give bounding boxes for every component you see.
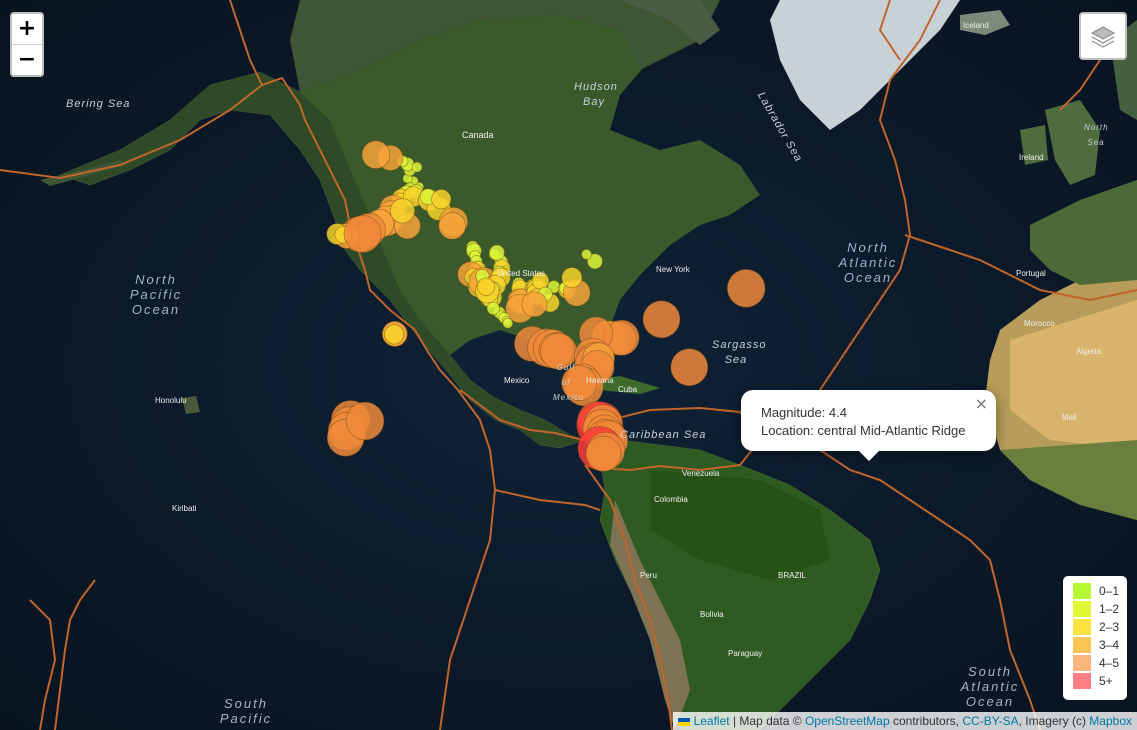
earthquake-marker[interactable] — [670, 348, 709, 387]
label-portugal: Portugal — [1016, 269, 1046, 278]
legend-label: 0–1 — [1099, 584, 1120, 598]
label-north-atlantic: North Atlantic Ocean — [838, 240, 898, 285]
legend-row-4-5: 4–5 — [1073, 654, 1127, 672]
label-south-atlantic: South Atlantic Ocean — [960, 664, 1020, 709]
sahel — [1000, 440, 1137, 520]
earthquake-marker[interactable] — [486, 301, 501, 316]
ukraine-flag-icon — [678, 717, 691, 726]
legend-label: 2–3 — [1099, 620, 1120, 634]
legend-row-2-3: 2–3 — [1073, 618, 1127, 636]
earthquake-marker[interactable] — [411, 161, 423, 173]
earthquake-marker[interactable] — [585, 435, 622, 472]
legend-label: 5+ — [1099, 674, 1113, 688]
legend-swatch — [1073, 619, 1091, 635]
label-algeria: Algeria — [1076, 347, 1101, 356]
leaflet-link[interactable]: Leaflet — [694, 714, 730, 728]
label-caribbean-sea: Caribbean Sea — [620, 429, 707, 441]
label-mexico: Mexico — [504, 376, 530, 385]
zoom-in-button[interactable]: + — [12, 14, 42, 44]
label-brazil: BRAZIL — [778, 571, 807, 580]
label-bolivia: Bolivia — [700, 610, 724, 619]
plate-boundary-south-pacific-tonga — [54, 579, 96, 730]
plate-boundary-kermadec — [29, 599, 57, 730]
map-attribution: Leaflet | Map data © OpenStreetMap contr… — [673, 712, 1137, 730]
legend-swatch — [1073, 673, 1091, 689]
label-havana: Havana — [586, 376, 614, 385]
zoom-out-button[interactable]: − — [12, 44, 42, 75]
layers-icon — [1090, 26, 1116, 48]
label-sargasso-sea: Sargasso Sea — [712, 339, 767, 366]
label-peru: Peru — [640, 571, 657, 580]
label-cuba: Cuba — [618, 385, 638, 394]
attribution-map-data: | Map data © — [729, 714, 805, 728]
legend-swatch — [1073, 583, 1091, 599]
label-venezuela: Venezuela — [682, 469, 720, 478]
earthquake-popup: Magnitude: 4.4 Location: central Mid-Atl… — [741, 390, 996, 461]
magnitude-legend: 0–1 1–2 2–3 3–4 4–5 5+ — [1063, 576, 1127, 700]
attribution-contributors: contributors, — [889, 714, 963, 728]
label-honolulu: Honolulu — [155, 396, 187, 405]
earthquake-marker[interactable] — [389, 198, 416, 224]
label-morocco: Morocco — [1024, 319, 1055, 328]
popup-location: Location: central Mid-Atlantic Ridge — [761, 423, 966, 438]
label-kiribati: Kiribati — [172, 504, 197, 513]
map-canvas[interactable]: Bering Sea North Pacific Ocean North Atl… — [0, 0, 1137, 730]
greenland — [770, 0, 960, 130]
earthquake-marker[interactable] — [581, 248, 592, 260]
legend-swatch — [1073, 655, 1091, 671]
legend-row-1-2: 1–2 — [1073, 600, 1127, 618]
label-iceland: Iceland — [963, 21, 989, 30]
mapbox-link[interactable]: Mapbox — [1089, 714, 1132, 728]
zoom-control: + − — [10, 12, 44, 77]
legend-label: 1–2 — [1099, 602, 1120, 616]
osm-link[interactable]: OpenStreetMap — [805, 714, 890, 728]
earthquake-marker[interactable] — [438, 212, 467, 240]
earthquake-marker[interactable] — [488, 244, 505, 261]
label-canada: Canada — [462, 130, 494, 140]
earthquake-marker[interactable] — [431, 189, 452, 210]
earthquake-marker[interactable] — [642, 300, 681, 339]
earthquake-marker[interactable] — [361, 140, 391, 170]
attribution-imagery: , Imagery (c) — [1018, 714, 1090, 728]
label-gulf-of-mexico: Gulf of Mexico — [553, 363, 585, 402]
earthquake-marker[interactable] — [502, 317, 514, 329]
cc-by-sa-link[interactable]: CC-BY-SA — [962, 714, 1018, 728]
label-bering-sea: Bering Sea — [66, 98, 131, 110]
earthquake-marker[interactable] — [383, 324, 405, 345]
legend-label: 4–5 — [1099, 656, 1120, 670]
earthquake-marker[interactable] — [345, 401, 385, 441]
label-paraguay: Paraguay — [728, 649, 763, 658]
legend-row-0-1: 0–1 — [1073, 582, 1127, 600]
earthquake-marker[interactable] — [521, 291, 548, 318]
label-united-states: United States — [497, 269, 546, 278]
europe — [1030, 180, 1137, 285]
layers-control-button[interactable] — [1079, 12, 1127, 60]
popup-tip — [859, 451, 879, 461]
plate-boundary-north-pacific — [229, 0, 263, 86]
legend-row-3-4: 3–4 — [1073, 636, 1127, 654]
label-ireland: Ireland — [1019, 153, 1044, 162]
label-colombia: Colombia — [654, 495, 688, 504]
earthquake-marker[interactable] — [476, 277, 496, 297]
popup-magnitude: Magnitude: 4.4 — [761, 405, 848, 420]
legend-label: 3–4 — [1099, 638, 1120, 652]
label-north-pacific: North Pacific Ocean — [129, 272, 183, 317]
popup-close-button[interactable]: × — [975, 394, 988, 413]
earthquake-marker[interactable] — [561, 267, 583, 289]
legend-swatch — [1073, 637, 1091, 653]
earthquake-marker[interactable] — [726, 268, 766, 308]
label-mali: Mali — [1062, 413, 1077, 422]
legend-row-5-plus: 5+ — [1073, 672, 1127, 690]
label-new-york: New York — [656, 265, 690, 274]
label-hudson-bay: Hudson Bay — [574, 81, 618, 108]
earthquake-marker[interactable] — [343, 215, 382, 253]
plate-boundary-nazca-west — [494, 489, 601, 511]
label-south-pacific: South Pacific — [219, 696, 273, 726]
label-north-sea: North Sea — [1084, 123, 1109, 147]
legend-swatch — [1073, 601, 1091, 617]
